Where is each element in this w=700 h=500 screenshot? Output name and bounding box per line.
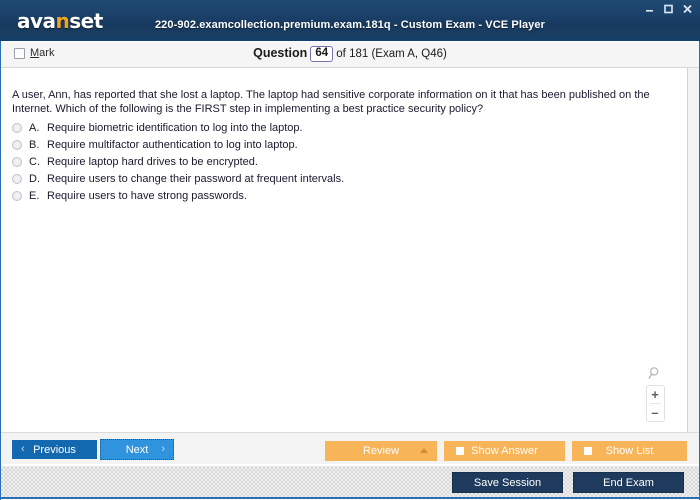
radio-icon[interactable] bbox=[12, 174, 22, 184]
content-scroll-gutter[interactable] bbox=[687, 68, 699, 432]
minimize-icon[interactable] bbox=[643, 3, 656, 15]
window-title: 220-902.examcollection.premium.exam.181q… bbox=[154, 19, 546, 31]
option-letter: B. bbox=[29, 139, 40, 151]
next-button-label: Next bbox=[125, 443, 149, 456]
option-text: Require multifactor authentication to lo… bbox=[47, 139, 298, 151]
save-session-button[interactable]: Save Session bbox=[452, 472, 563, 493]
option-letter: E. bbox=[29, 190, 40, 202]
show-list-button-label: Show List bbox=[605, 445, 654, 457]
status-bar: Save Session End Exam bbox=[0, 466, 700, 499]
checkbox-square-icon bbox=[456, 447, 464, 455]
option-text: Require users to change their password a… bbox=[47, 173, 345, 185]
question-total-label: of 181 (Exam A, Q46) bbox=[336, 48, 447, 60]
answer-option-d[interactable]: D. Require users to change their passwor… bbox=[12, 171, 612, 187]
zoom-buttons: + – bbox=[645, 385, 665, 422]
window-controls bbox=[643, 3, 694, 15]
chevron-left-icon: ‹ bbox=[21, 443, 25, 455]
question-header-bar: Mark Question 64 of 181 (Exam A, Q46) bbox=[1, 41, 699, 68]
option-letter: D. bbox=[29, 173, 40, 185]
radio-icon[interactable] bbox=[12, 157, 22, 167]
review-button-label: Review bbox=[362, 445, 400, 457]
close-icon[interactable] bbox=[681, 3, 694, 15]
answer-option-c[interactable]: C. Require laptop hard drives to be encr… bbox=[12, 154, 612, 170]
radio-icon[interactable] bbox=[12, 191, 22, 201]
zoom-widget: + – bbox=[645, 364, 665, 422]
magnifier-icon[interactable] bbox=[646, 364, 664, 382]
review-button[interactable]: Review bbox=[325, 441, 437, 461]
previous-button-label: Previous bbox=[33, 443, 76, 456]
question-number-input[interactable]: 64 bbox=[310, 46, 334, 62]
next-button[interactable]: Next › bbox=[100, 439, 174, 460]
question-word: Question bbox=[253, 46, 308, 60]
caret-up-icon bbox=[420, 448, 428, 453]
end-exam-button[interactable]: End Exam bbox=[573, 472, 684, 493]
answer-options-list: A. Require biometric identification to l… bbox=[12, 120, 612, 205]
option-text: Require users to have strong passwords. bbox=[47, 190, 247, 202]
show-answer-button-label: Show Answer bbox=[471, 445, 538, 457]
option-letter: C. bbox=[29, 156, 40, 168]
option-text: Require biometric identification to log … bbox=[47, 122, 303, 134]
checkbox-square-icon bbox=[584, 447, 592, 455]
answer-option-a[interactable]: A. Require biometric identification to l… bbox=[12, 120, 612, 136]
show-answer-button[interactable]: Show Answer bbox=[444, 441, 565, 461]
zoom-out-button[interactable]: – bbox=[647, 404, 664, 421]
radio-icon[interactable] bbox=[12, 140, 22, 150]
zoom-in-button[interactable]: + bbox=[647, 386, 664, 403]
title-bar: avanset 220-902.examcollection.premium.e… bbox=[0, 0, 700, 42]
answer-option-b[interactable]: B. Require multifactor authentication to… bbox=[12, 137, 612, 153]
question-text: A user, Ann, has reported that she lost … bbox=[12, 89, 650, 115]
question-content-area: A user, Ann, has reported that she lost … bbox=[1, 68, 687, 432]
previous-button[interactable]: ‹ Previous bbox=[12, 440, 97, 459]
vce-player-window: avanset 220-902.examcollection.premium.e… bbox=[0, 0, 700, 500]
option-letter: A. bbox=[29, 122, 40, 134]
option-text: Require laptop hard drives to be encrypt… bbox=[47, 156, 258, 168]
radio-icon[interactable] bbox=[12, 123, 22, 133]
question-counter: Question 64 of 181 (Exam A, Q46) bbox=[1, 46, 699, 62]
show-list-button[interactable]: Show List bbox=[572, 441, 687, 461]
chevron-right-icon: › bbox=[161, 443, 165, 455]
maximize-icon[interactable] bbox=[662, 3, 675, 15]
answer-option-e[interactable]: E. Require users to have strong password… bbox=[12, 188, 612, 204]
